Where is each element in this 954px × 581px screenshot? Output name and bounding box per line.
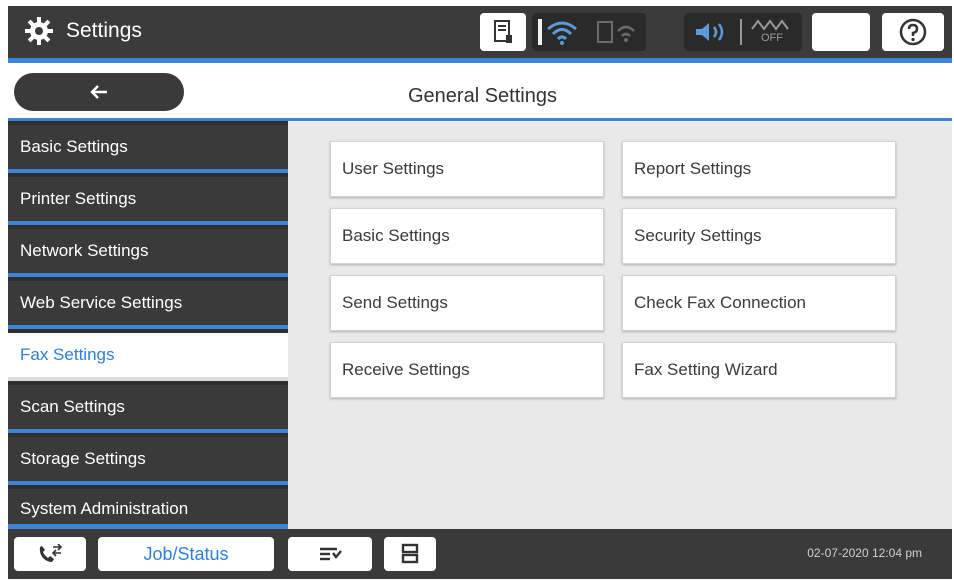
tile-label: Receive Settings: [342, 360, 470, 379]
tile-check-fax-connection[interactable]: Check Fax Connection: [622, 275, 896, 331]
tile-fax-setting-wizard[interactable]: Fax Setting Wizard: [622, 342, 896, 398]
sidebar-item-network-settings[interactable]: Network Settings: [8, 229, 288, 277]
sidebar-item-label: Network Settings: [20, 241, 149, 260]
tile-basic-settings[interactable]: Basic Settings: [330, 208, 604, 264]
sidebar-item-label: Fax Settings: [20, 345, 115, 364]
job-status-label: Job/Status: [143, 543, 229, 564]
app-title: Settings: [66, 19, 142, 42]
tile-security-settings[interactable]: Security Settings: [622, 208, 896, 264]
tile-label: User Settings: [342, 159, 445, 178]
wifi-icon: [547, 21, 577, 45]
preview-button[interactable]: [288, 537, 372, 571]
tile-label: Basic Settings: [342, 226, 450, 245]
sidebar-item-scan-settings[interactable]: Scan Settings: [8, 385, 288, 433]
sidebar-item-basic-settings[interactable]: Basic Settings: [8, 125, 288, 173]
gear-icon: [25, 17, 53, 45]
sleep-button[interactable]: [812, 13, 870, 51]
tile-label: Check Fax Connection: [634, 293, 806, 312]
fax-document-icon: [401, 543, 419, 564]
sidebar-item-label: Scan Settings: [20, 397, 125, 416]
job-status-button[interactable]: Job/Status: [98, 537, 274, 571]
network-status-group[interactable]: [532, 13, 646, 51]
sound-eco-group[interactable]: OFF: [684, 13, 802, 51]
datetime-display: 02-07-2020 12:04 pm: [807, 546, 922, 560]
sidebar-item-web-service-settings[interactable]: Web Service Settings: [8, 281, 288, 329]
sidebar-item-label: Web Service Settings: [20, 293, 183, 312]
sidebar-item-label: Printer Settings: [20, 189, 137, 208]
document-icon: [494, 20, 512, 43]
eco-off-label: OFF: [761, 32, 783, 44]
sleep-moon-icon: [835, 22, 845, 42]
top-bar: Settings OFF: [8, 6, 952, 58]
sound-icon: [696, 23, 724, 41]
sidebar: Basic Settings Printer Settings Network …: [8, 121, 288, 529]
fax-contacts-button[interactable]: [14, 537, 86, 571]
sidebar-item-storage-settings[interactable]: Storage Settings: [8, 437, 288, 485]
document-button[interactable]: [480, 13, 526, 51]
sidebar-item-label: Storage Settings: [20, 449, 146, 468]
printer-control-panel: Settings OFF General Settings Basic Sett…: [8, 6, 952, 579]
back-button[interactable]: [14, 73, 184, 111]
wifi-direct-icon: [597, 21, 635, 43]
bottom-bar: Job/Status 02-07-2020 12:04 pm: [8, 529, 952, 579]
tile-receive-settings[interactable]: Receive Settings: [330, 342, 604, 398]
left-arrow-icon: [90, 85, 107, 99]
tile-user-settings[interactable]: User Settings: [330, 141, 604, 197]
sidebar-item-fax-settings[interactable]: Fax Settings: [8, 333, 288, 381]
settings-content: User Settings Report Settings Basic Sett…: [288, 121, 952, 529]
settings-shortcut-button[interactable]: [384, 537, 436, 571]
preview-icon: [320, 547, 342, 561]
help-button[interactable]: [882, 13, 944, 51]
sidebar-item-label: Basic Settings: [20, 137, 128, 156]
tile-send-settings[interactable]: Send Settings: [330, 275, 604, 331]
tile-label: Send Settings: [342, 293, 448, 312]
eco-off-icon: OFF: [748, 17, 792, 47]
sidebar-item-label: System Administration: [20, 499, 189, 518]
sidebar-item-printer-settings[interactable]: Printer Settings: [8, 177, 288, 225]
fax-phone-icon: [39, 544, 63, 562]
tile-label: Report Settings: [634, 159, 752, 178]
sidebar-item-system-administration[interactable]: System Administration: [8, 489, 288, 529]
tile-report-settings[interactable]: Report Settings: [622, 141, 896, 197]
header-row: General Settings: [8, 63, 952, 118]
tile-label: Fax Setting Wizard: [634, 360, 778, 379]
help-icon: [899, 18, 927, 46]
page-title: General Settings: [408, 85, 557, 107]
tile-label: Security Settings: [634, 226, 762, 245]
